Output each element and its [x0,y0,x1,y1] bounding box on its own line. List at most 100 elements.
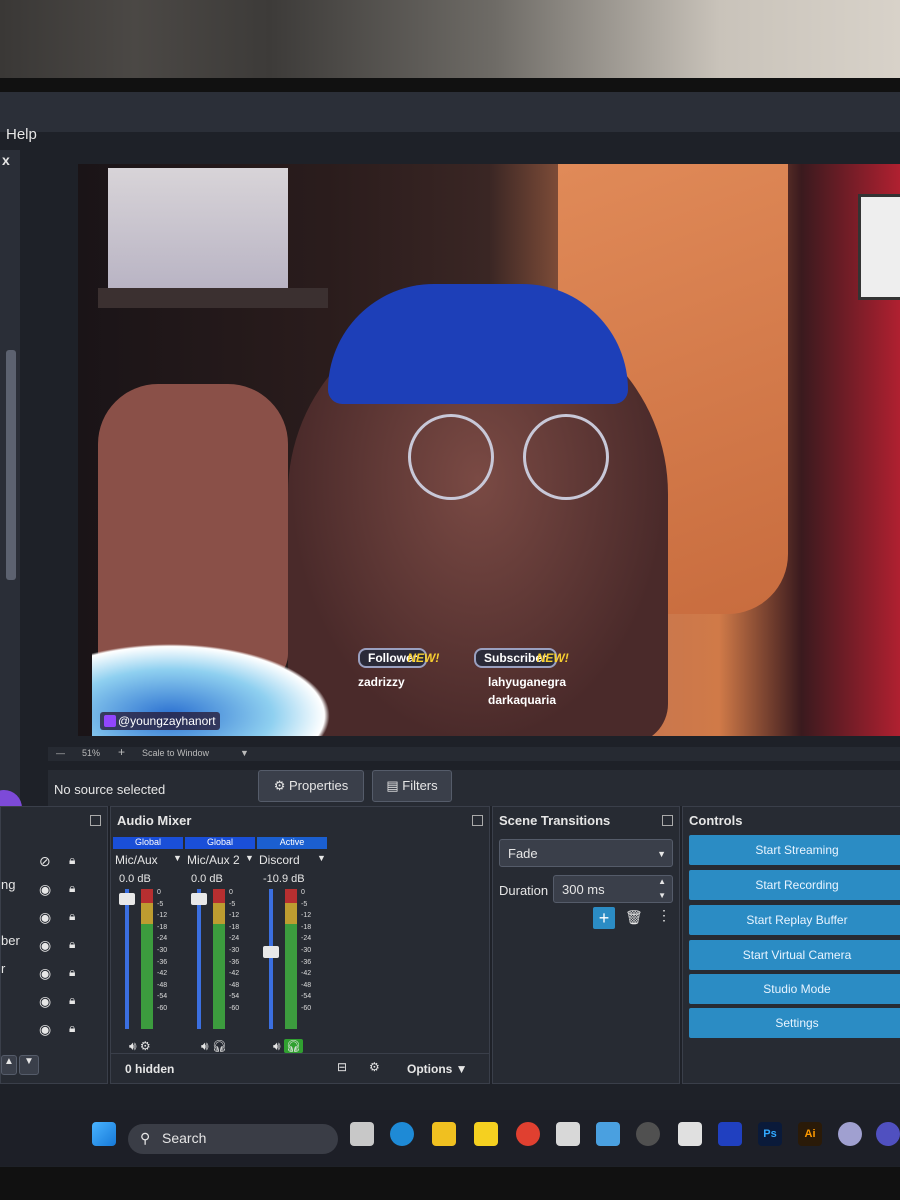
start-icon[interactable] [92,1122,116,1146]
layout-icon[interactable]: ⊟ [337,1060,347,1074]
source-row[interactable]: ◉ 🔒︎ [1,905,101,929]
filter-icon: ▤ [386,778,403,793]
lock-icon[interactable]: 🔒︎ [69,909,75,924]
popout-icon[interactable] [662,815,673,826]
sonic-icon[interactable] [718,1122,742,1146]
source-row[interactable]: ng ◉ 🔒︎ [1,877,101,901]
settings-button[interactable]: Settings [689,1008,900,1038]
filters-button[interactable]: ▤ Filters [372,770,452,802]
eye-icon[interactable]: ◉ [39,937,51,954]
duration-spinbox[interactable]: 300 ms ▲ ▼ [553,875,673,903]
scrollbar[interactable] [6,350,16,580]
meter-tick-label: -30 [301,946,312,954]
follower-alert: FollowerNEW! zadrizzy [358,648,439,690]
eye-icon[interactable]: ◉ [39,881,51,898]
search-label: Search [162,1130,207,1146]
source-row[interactable]: ◉ 🔒︎ [1,1017,101,1041]
menu-bar: Help [0,92,900,143]
volume-fader-thumb[interactable] [191,892,207,905]
chevron-down-icon[interactable]: ▼ [173,853,182,863]
meter-tick-label: -60 [229,1004,240,1012]
channel-scope: Global [185,837,255,849]
lock-icon[interactable]: 🔒︎ [69,965,75,980]
obs-icon[interactable] [636,1122,660,1146]
illustrator-icon[interactable]: Ai [798,1122,822,1146]
file-explorer-icon[interactable] [432,1122,456,1146]
popout-icon[interactable] [472,815,483,826]
trash-icon[interactable]: 🗑︎ [625,909,643,926]
source-row[interactable]: r ◉ 🔒︎ [1,961,101,985]
volume-fader-track[interactable] [269,889,273,1029]
speaker-icon[interactable]: 🔊︎ [129,1039,137,1053]
stream-preview[interactable]: FollowerNEW! zadrizzy SubscriberNEW! lah… [78,164,900,736]
eye-off-icon[interactable]: ⊘ [39,853,51,870]
gear-icon[interactable]: ⚙ [369,1060,380,1074]
app-icon[interactable] [838,1122,862,1146]
chevron-down-icon[interactable]: ▼ [317,853,326,863]
meter-tick-label: -48 [229,981,240,989]
options-button[interactable]: Options ▼ [407,1062,468,1076]
chrome-icon[interactable] [516,1122,540,1146]
volume-fader-track[interactable] [125,889,129,1029]
channel-volume-db: 0.0 dB [119,873,151,885]
lock-icon[interactable]: 🔒︎ [69,937,75,952]
zoom-level: 51% [82,748,101,758]
eye-icon[interactable]: ◉ [39,909,51,926]
eye-icon[interactable]: ◉ [39,965,51,982]
start-recording-button[interactable]: Start Recording [689,870,900,900]
sticky-notes-icon[interactable] [474,1122,498,1146]
edge-icon[interactable] [390,1122,414,1146]
properties-button[interactable]: ⚙ Properties [258,770,364,802]
chevron-down-icon[interactable]: ▼ [658,882,666,910]
lock-icon[interactable]: 🔒︎ [69,993,75,1008]
duration-label: Duration [499,883,549,898]
task-view-icon[interactable] [350,1122,374,1146]
start-replay-buffer-button[interactable]: Start Replay Buffer [689,905,900,935]
start-virtual-camera-button[interactable]: Start Virtual Camera [689,940,900,970]
eye-icon[interactable]: ◉ [39,993,51,1010]
chevron-down-icon[interactable]: ▼ [240,748,249,758]
transition-select[interactable]: Fade ▼ [499,839,673,867]
speaker-icon[interactable]: 🔊︎ [273,1039,281,1053]
zoom-bar: — 51% + Scale to Window ▼ [48,745,900,761]
chevron-down-icon[interactable]: ▼ [19,1055,39,1075]
meter-tick-label: -42 [301,970,312,978]
add-transition-button[interactable]: + [593,907,615,929]
steam-icon[interactable] [596,1122,620,1146]
app-icon[interactable] [876,1122,900,1146]
move-up-button[interactable]: ▲ [1,1055,17,1075]
chevron-down-icon[interactable]: ▼ [245,853,254,863]
level-meter [285,889,297,1029]
mixer-channel-mic-aux-2: Global Mic/Aux 2 ▼ 0.0 dB 0 -5 -12 -18 -24 -3… [185,837,255,1067]
more-options-icon[interactable]: ⋮ [657,907,671,924]
studio-mode-button[interactable]: Studio Mode [689,974,900,1004]
volume-fader-thumb[interactable] [263,946,279,958]
lock-icon[interactable]: 🔒︎ [69,1021,75,1036]
headphones-icon[interactable]: 🎧︎ [283,1039,304,1053]
photoshop-icon[interactable]: Ps [758,1122,782,1146]
popout-icon[interactable] [90,815,101,826]
menu-help[interactable]: Help [6,126,37,143]
volume-fader-track[interactable] [197,889,201,1029]
channel-name: Mic/Aux 2 [187,853,240,867]
lock-icon[interactable]: 🔒︎ [69,881,75,896]
eye-icon[interactable]: ◉ [39,1021,51,1038]
dc-icon[interactable] [678,1122,702,1146]
speaker-icon[interactable]: 🔊︎ [201,1039,209,1053]
taskbar-search[interactable]: ⚲ Search [128,1124,338,1154]
source-row[interactable]: ◉ 🔒︎ [1,989,101,1013]
start-streaming-button[interactable]: Start Streaming [689,835,900,865]
lock-icon[interactable]: 🔒︎ [69,853,75,868]
volume-fader-thumb[interactable] [119,892,135,905]
audio-mixer-dock: Audio Mixer Global Mic/Aux ▼ 0.0 dB 0 -5 -… [110,806,490,1084]
source-row[interactable]: ber ◉ 🔒︎ [1,933,101,957]
zoom-in-button[interactable]: + [118,745,125,759]
settings-icon[interactable]: ⚙ [140,1039,151,1053]
notepad-icon[interactable] [556,1122,580,1146]
headphones-icon[interactable]: 🎧︎ [212,1039,227,1053]
scale-mode-select[interactable]: Scale to Window [142,748,209,758]
close-icon[interactable]: x [2,152,10,168]
source-row[interactable]: ⊘ 🔒︎ [1,849,101,873]
meter-tick-label: -42 [157,970,168,978]
zoom-out-button[interactable]: — [56,748,65,758]
